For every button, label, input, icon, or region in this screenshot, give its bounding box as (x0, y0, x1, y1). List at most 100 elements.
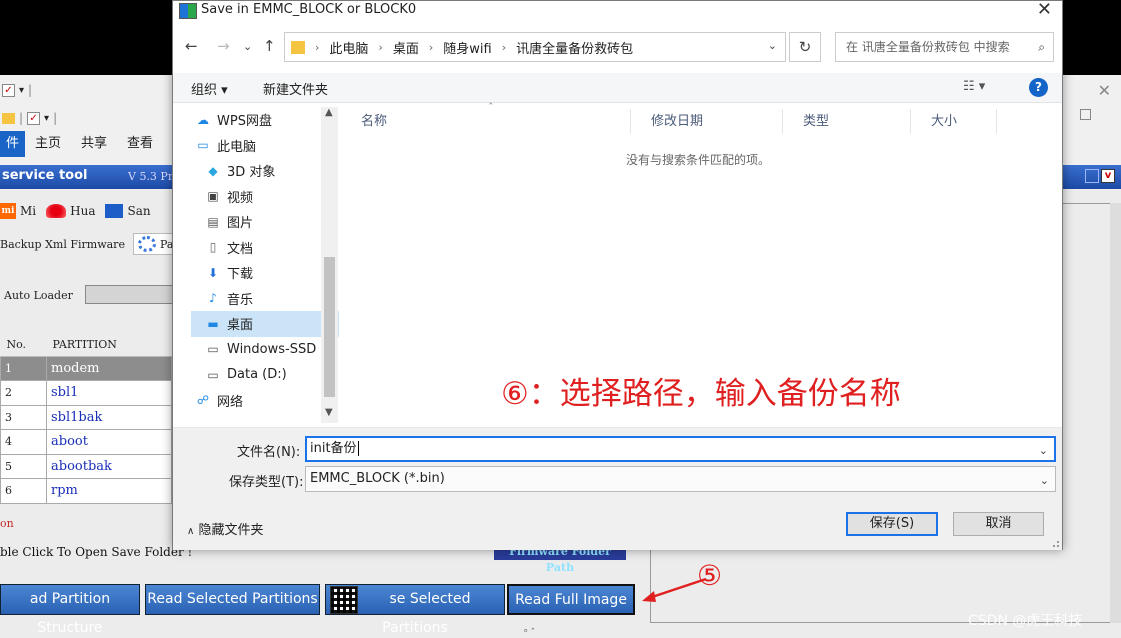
dropdown-icon[interactable]: ▾ (44, 113, 49, 124)
nav-item[interactable]: ▯ 文档 (191, 235, 339, 261)
partition-name: modem (46, 355, 172, 381)
auto-loader-label: Auto Loader (4, 289, 73, 302)
help-icon[interactable]: ? (1029, 78, 1048, 97)
text-cursor (357, 441, 359, 456)
nav-item[interactable]: ▤ 图片 (191, 209, 339, 235)
forward-arrow-icon[interactable]: → (217, 37, 230, 55)
chevron-down-icon[interactable]: ⌄ (1039, 440, 1048, 462)
checkbox-icon[interactable]: ✓ (2, 83, 15, 97)
table-row[interactable]: 5 abootbak (0, 453, 172, 479)
document-icon: ▯ (209, 240, 217, 255)
nav-item[interactable]: ▬ 桌面 (191, 311, 339, 337)
nav-item[interactable]: ♪ 音乐 (191, 286, 339, 312)
table-row[interactable]: 6 rpm (0, 478, 172, 504)
brand-huawei[interactable]: Hua (46, 204, 95, 218)
hide-folders-toggle[interactable]: ∧ 隐藏文件夹 (187, 519, 263, 538)
chevron-right-icon[interactable]: › (315, 41, 319, 54)
partition-name: sbl1bak (46, 404, 172, 430)
navigation-row: ← → ⌄ ↑ › 此电脑 › 桌面 › 随身wifi › 讯唐全量备份救砖包 … (173, 29, 1062, 65)
checkbox-icon[interactable]: ✓ (27, 111, 41, 125)
address-bar[interactable]: › 此电脑 › 桌面 › 随身wifi › 讯唐全量备份救砖包 ⌄ (284, 32, 786, 62)
network-icon: ☍ (196, 393, 210, 408)
search-icon: ⌕ (1038, 40, 1045, 54)
scroll-thumb[interactable] (324, 257, 335, 397)
tab-view[interactable]: 查看 (117, 131, 163, 157)
chevron-right-icon[interactable]: › (378, 41, 382, 54)
nav-scrollbar[interactable]: ▲ ▼ (321, 107, 338, 423)
minimize-icon[interactable] (1085, 169, 1099, 183)
tab-backup-xml-firmware[interactable]: Backup Xml Firmware (0, 238, 125, 251)
chevron-right-icon[interactable]: › (429, 41, 433, 54)
dropdown-icon[interactable]: ▾ (19, 85, 24, 96)
filename-label: 文件名(N): (237, 445, 301, 460)
download-icon: ⬇ (207, 265, 219, 280)
breadcrumb-wifi[interactable]: 随身wifi (443, 38, 491, 57)
column-header-type[interactable]: 类型 (783, 109, 911, 134)
separator: | (19, 111, 24, 125)
read-selected-partitions-button[interactable]: Read Selected Partitions (145, 584, 320, 615)
brand-samsung[interactable]: San (105, 204, 151, 218)
filename-field[interactable]: init备份 ⌄ (305, 436, 1056, 462)
breadcrumb-this-pc[interactable]: 此电脑 (329, 38, 368, 57)
filetype-select[interactable]: EMMC_BLOCK (*.bin) ⌄ (305, 466, 1056, 492)
tab-home[interactable]: 主页 (25, 131, 71, 157)
resize-grip-icon[interactable] (1053, 541, 1059, 547)
column-header-partition[interactable]: PARTITION (46, 333, 172, 357)
breadcrumb-desktop[interactable]: 桌面 (393, 38, 419, 57)
brand-mi[interactable]: mi Mi (0, 203, 36, 219)
partition-name: aboot (46, 429, 172, 455)
tool-version: V 5.3 Pr (128, 170, 174, 183)
table-row[interactable]: 1 modem (0, 355, 172, 381)
close-icon[interactable]: ✕ (1098, 81, 1111, 100)
back-arrow-icon[interactable]: ← (185, 37, 198, 55)
table-row[interactable]: 3 sbl1bak (0, 404, 172, 430)
up-arrow-icon[interactable]: ↑ (263, 37, 276, 55)
scroll-down-icon[interactable]: ▼ (325, 407, 333, 418)
auto-loader-field[interactable] (85, 285, 175, 304)
refresh-button[interactable]: ↻ (789, 32, 821, 62)
chevron-down-icon[interactable]: ⌄ (768, 39, 777, 52)
brand-tabs: mi Mi Hua San (0, 203, 151, 219)
view-options-icon[interactable]: ☷ ▾ (963, 79, 985, 94)
column-header-name[interactable]: 名称 (341, 109, 631, 134)
maximize-icon[interactable] (1080, 109, 1091, 120)
nav-item[interactable]: ☍ 网络 (191, 388, 339, 414)
brand-label: Mi (20, 204, 37, 218)
nav-item[interactable]: ⬇ 下载 (191, 260, 339, 286)
nav-item[interactable]: ☁ WPS网盘 (191, 107, 339, 133)
read-full-image-button[interactable]: Read Full Image (507, 584, 635, 615)
nav-item[interactable]: ▭ Windows-SSD (191, 337, 339, 363)
search-input[interactable]: 在 讯唐全量备份救砖包 中搜索 ⌕ (835, 32, 1054, 62)
save-button[interactable]: 保存(S) (846, 512, 938, 536)
tab-file[interactable]: 件 (0, 131, 26, 157)
column-header-size[interactable]: 大小 (911, 109, 997, 134)
table-row[interactable]: 2 sbl1 (0, 380, 172, 406)
new-folder-button[interactable]: 新建文件夹 (263, 79, 328, 98)
partition-number: 4 (0, 429, 47, 455)
huawei-logo-icon (46, 204, 67, 218)
column-header-no[interactable]: No. (0, 333, 47, 357)
nav-item[interactable]: ▣ 视频 (191, 184, 339, 210)
scroll-up-icon[interactable]: ▲ (325, 107, 333, 118)
search-placeholder: 在 讯唐全量备份救砖包 中搜索 (846, 40, 1010, 54)
chevron-right-icon[interactable]: › (502, 41, 506, 54)
column-header-modified[interactable]: 修改日期 (631, 109, 783, 134)
partition-name: sbl1 (46, 380, 172, 406)
empty-message: 没有与搜索条件匹配的项。 (626, 153, 771, 167)
table-row[interactable]: 4 aboot (0, 429, 172, 455)
nav-item[interactable]: ▭ 此电脑 (191, 133, 339, 159)
nav-item[interactable]: ▭ Data (D:) (191, 362, 339, 388)
separator: | (28, 83, 33, 97)
scrollbar[interactable] (1110, 203, 1121, 623)
recent-chevron-icon[interactable]: ⌄ (243, 40, 252, 53)
cancel-button[interactable]: 取消 (953, 512, 1044, 536)
breadcrumb-backup-folder[interactable]: 讯唐全量备份救砖包 (516, 38, 633, 57)
chevron-down-icon[interactable]: ⌄ (1040, 469, 1049, 493)
filename-value: init备份 (310, 441, 357, 456)
close-icon[interactable]: ✕ (1037, 0, 1052, 20)
tab-share[interactable]: 共享 (71, 131, 117, 157)
close-icon[interactable]: v (1101, 169, 1115, 183)
organize-menu[interactable]: 组织 ▾ (191, 79, 228, 98)
read-partition-structure-button[interactable]: ad Partition Structure (0, 584, 140, 636)
nav-item[interactable]: ◆ 3D 对象 (191, 158, 339, 184)
